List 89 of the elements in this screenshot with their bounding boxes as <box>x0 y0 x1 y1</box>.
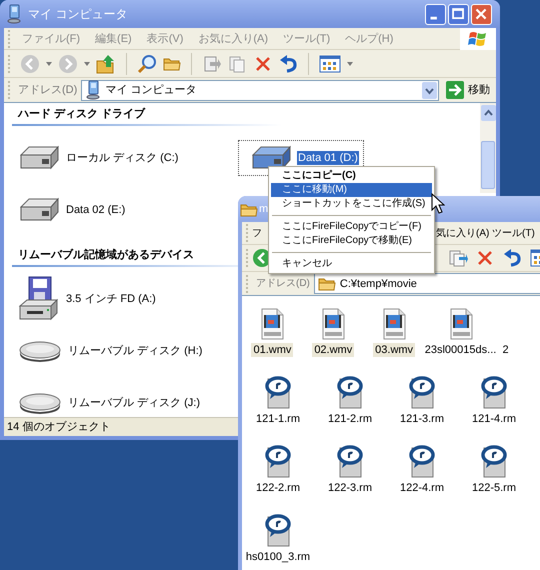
file-name[interactable]: hs0100_3.rm <box>244 550 312 564</box>
caret-icon[interactable] <box>46 62 52 66</box>
file-name[interactable]: 121-2.rm <box>326 412 374 426</box>
scroll-thumb[interactable] <box>481 141 495 189</box>
media-file-icon <box>336 375 364 409</box>
file-name[interactable]: 03.wmv <box>373 343 416 357</box>
file-name[interactable]: 2 <box>500 343 511 357</box>
video-file-icon <box>448 308 474 340</box>
file-name[interactable]: 122-3.rm <box>326 481 374 495</box>
views-icon[interactable] <box>319 54 341 72</box>
video-file-icon <box>259 308 286 340</box>
drive-label: ローカル ディスク (C:) <box>65 151 180 165</box>
address-value: マイ コンピュータ <box>105 83 198 97</box>
media-file-icon <box>408 444 436 478</box>
file-name[interactable]: 23sl00015ds... <box>422 343 498 357</box>
media-file-icon <box>336 444 364 478</box>
drive-item[interactable]: リムーバブル ディスク (J:) <box>6 387 206 417</box>
removable-drive-icon <box>17 339 63 363</box>
views-caret-icon[interactable] <box>347 62 353 66</box>
undo-icon[interactable] <box>278 54 298 72</box>
media-file-icon <box>264 513 292 547</box>
media-file-icon <box>480 444 508 478</box>
computer-icon <box>85 80 102 100</box>
minimize-icon[interactable] <box>425 4 446 24</box>
drive-label: リムーバブル ディスク (H:) <box>67 344 204 358</box>
search-icon[interactable] <box>137 54 157 74</box>
media-file-icon <box>480 375 508 409</box>
scrollbar[interactable] <box>480 103 496 193</box>
window-title: マイ コンピュータ <box>28 7 128 21</box>
file-name[interactable]: 02.wmv <box>312 343 354 357</box>
section-header: リムーバブル記憶域があるデバイス <box>18 249 194 261</box>
drive-item[interactable]: Data 02 (E:) <box>6 192 132 228</box>
file-name[interactable]: 122-2.rm <box>254 481 302 495</box>
address-label: アドレス(D) <box>18 83 78 97</box>
address-value: C:¥temp¥movie <box>340 276 417 290</box>
drive-item[interactable]: ローカル ディスク (C:) <box>6 140 184 176</box>
video-file-icon <box>381 308 408 340</box>
media-file-icon <box>264 444 292 478</box>
media-file-icon <box>408 375 436 409</box>
menu-option[interactable]: ショートカットをここに作成(S) <box>271 197 432 211</box>
file-name[interactable]: 122-4.rm <box>398 481 446 495</box>
address-field[interactable]: マイ コンピュータ <box>81 80 439 100</box>
menu-item[interactable]: ツール(T) <box>492 228 535 238</box>
floppy-drive-icon <box>17 276 61 322</box>
drive-item[interactable]: リムーバブル ディスク (H:) <box>6 335 208 367</box>
video-file-icon <box>320 308 346 340</box>
hard-drive-icon <box>17 144 61 172</box>
drive-item[interactable]: 3.5 インチ FD (A:) <box>6 272 162 326</box>
section-header: ハード ディスク ドライブ <box>18 108 146 120</box>
address-field[interactable]: C:¥temp¥movie <box>314 273 540 294</box>
file-name[interactable]: 121-4.rm <box>470 412 518 426</box>
folder-icon <box>240 202 258 216</box>
drive-label: Data 02 (E:) <box>65 203 126 217</box>
hard-drive-icon <box>17 196 61 224</box>
move-to-icon[interactable] <box>202 54 222 74</box>
file-name[interactable]: 121-1.rm <box>254 412 302 426</box>
address-label: アドレス(D) <box>256 276 310 290</box>
delete-icon[interactable] <box>254 54 272 72</box>
undo-icon[interactable] <box>502 249 522 267</box>
drive-label: Data 01 (D:) <box>297 151 359 165</box>
drive-label: 3.5 インチ FD (A:) <box>65 292 157 306</box>
up-folder-icon[interactable] <box>96 54 116 74</box>
copy-to-icon[interactable] <box>448 248 468 268</box>
delete-icon[interactable] <box>476 249 494 267</box>
windows-flag-icon <box>468 30 488 48</box>
menu-item[interactable]: 気に入り(A) <box>436 228 490 238</box>
go-arrow-icon <box>446 81 464 99</box>
file-name[interactable]: 121-3.rm <box>398 412 446 426</box>
window-title: m <box>259 202 268 216</box>
menu-option[interactable]: ここに移動(M) <box>271 183 432 197</box>
removable-drive-icon <box>17 391 63 415</box>
go-button[interactable]: 移動 <box>443 81 493 99</box>
media-file-icon <box>264 375 292 409</box>
scroll-up-icon[interactable] <box>480 105 496 121</box>
folders-icon <box>163 56 181 71</box>
menu-option[interactable]: キャンセル <box>271 257 432 271</box>
menu-option[interactable]: ここにFireFileCopyでコピー(F) <box>271 220 432 234</box>
menu-item[interactable]: フ <box>252 228 262 238</box>
dropdown-icon[interactable] <box>422 82 437 98</box>
caret-icon[interactable] <box>84 62 90 66</box>
folder-icon <box>318 276 336 291</box>
maximize-icon[interactable] <box>448 4 469 24</box>
menu-option[interactable]: ここにFireFileCopyで移動(E) <box>271 234 432 248</box>
drive-label: リムーバブル ディスク (J:) <box>67 396 201 410</box>
file-name[interactable]: 01.wmv <box>251 343 294 357</box>
status-text: 14 個のオブジェクト <box>7 420 110 434</box>
file-name[interactable]: 122-5.rm <box>470 481 518 495</box>
computer-icon <box>6 4 22 24</box>
close-icon[interactable] <box>471 4 492 24</box>
